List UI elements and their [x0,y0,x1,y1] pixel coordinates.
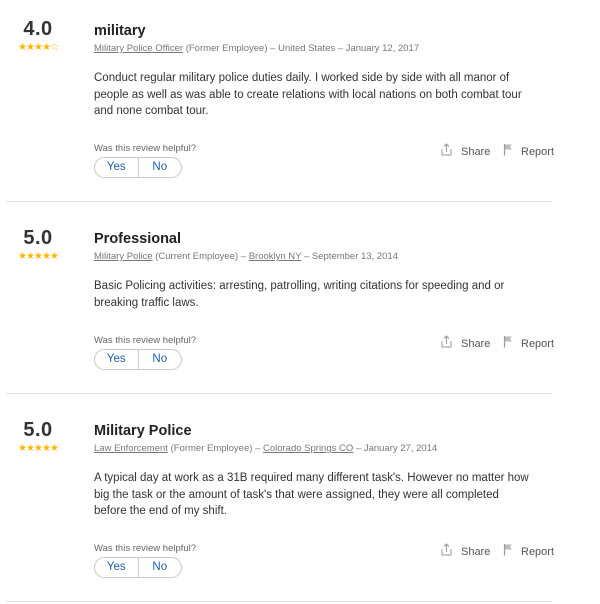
review-meta: Military Police (Current Employee) – Bro… [94,251,550,263]
location-link[interactable]: Colorado Springs CO [263,443,353,454]
star-icon: ★ [26,443,35,454]
report-label: Report [521,337,555,350]
review-text: Conduct regular military police duties d… [94,72,522,117]
share-label: Share [461,145,491,158]
share-icon [440,335,461,352]
rating-score: 4.0 [23,18,53,40]
rating-block: 4.0 ★★★★☆ [0,18,76,53]
report-label: Report [521,545,555,558]
helpful-question: Was this review helpful? [94,335,197,346]
share-button[interactable]: Share [440,543,490,560]
star-icon: ★ [41,251,51,262]
review-divider [6,601,552,602]
star-icon: ★ [41,443,51,454]
review-card: 5.0 ★★★★★ Professional Military Police (… [0,202,554,394]
job-title-link[interactable]: Military Police Officer [94,43,183,54]
employee-status: (Former Employee) – [170,443,261,454]
star-icon: ☆ [49,42,59,53]
yes-button[interactable]: Yes [95,350,138,369]
share-label: Share [461,337,491,350]
review-card: 4.0 ★★★★☆ military Military Police Offic… [0,0,554,202]
yes-button[interactable]: Yes [95,158,138,177]
report-button[interactable]: Report [503,335,554,352]
review-title: Military Police [94,423,192,439]
review-meta: Military Police Officer (Former Employee… [94,43,550,55]
review-content: military Military Police Officer (Former… [94,22,550,120]
location-link[interactable]: Brooklyn NY [249,251,302,262]
helpful-question: Was this review helpful? [94,543,197,554]
share-icon [440,543,461,560]
review-date: – January 12, 2017 [337,43,420,54]
no-button[interactable]: No [137,350,182,369]
helpful-vote-group: Yes No [94,349,182,370]
share-icon [440,143,461,160]
review-text: Basic Policing activities: arresting, pa… [94,280,505,309]
star-icon: ★ [18,251,27,262]
job-title-link[interactable]: Law Enforcement [94,443,168,454]
report-button[interactable]: Report [503,543,554,560]
report-label: Report [521,145,555,158]
review-content: Military Police Law Enforcement (Former … [94,422,550,520]
rating-score: 5.0 [23,419,53,441]
star-icon: ★ [34,42,43,53]
star-rating: ★★★★☆ [0,43,76,53]
flag-icon [503,335,521,352]
no-button[interactable]: No [137,558,182,577]
star-rating: ★★★★★ [0,444,76,454]
review-text: A typical day at work as a 31B required … [94,472,529,517]
star-icon: ★ [49,443,59,454]
flag-icon [503,143,521,160]
star-rating: ★★★★★ [0,252,76,262]
helpful-vote-group: Yes No [94,157,182,178]
star-icon: ★ [18,443,27,454]
star-icon: ★ [41,42,51,53]
star-icon: ★ [34,251,43,262]
star-icon: ★ [18,42,27,53]
share-label: Share [461,545,491,558]
rating-score: 5.0 [23,227,53,249]
review-date: – January 27, 2014 [355,443,438,454]
helpful-vote-group: Yes No [94,557,182,578]
star-icon: ★ [34,443,43,454]
share-button[interactable]: Share [440,143,490,160]
job-title-link[interactable]: Military Police [94,251,153,262]
review-card: 5.0 ★★★★★ Military Police Law Enforcemen… [0,394,554,604]
employee-status: (Current Employee) – [155,251,247,262]
star-icon: ★ [26,42,35,53]
star-icon: ★ [26,251,35,262]
review-title: Professional [94,231,182,247]
location-text: United States [278,43,336,54]
employee-status: (Former Employee) – [185,43,276,54]
yes-button[interactable]: Yes [95,558,138,577]
review-date: – September 13, 2014 [303,251,398,262]
star-icon: ★ [49,251,59,262]
no-button[interactable]: No [137,158,182,177]
review-content: Professional Military Police (Current Em… [94,230,550,311]
report-button[interactable]: Report [503,143,554,160]
rating-block: 5.0 ★★★★★ [0,227,76,262]
review-title: military [94,23,146,39]
helpful-question: Was this review helpful? [94,143,197,154]
share-button[interactable]: Share [440,335,490,352]
rating-block: 5.0 ★★★★★ [0,419,76,454]
flag-icon [503,543,521,560]
review-meta: Law Enforcement (Former Employee) – Colo… [94,443,550,455]
